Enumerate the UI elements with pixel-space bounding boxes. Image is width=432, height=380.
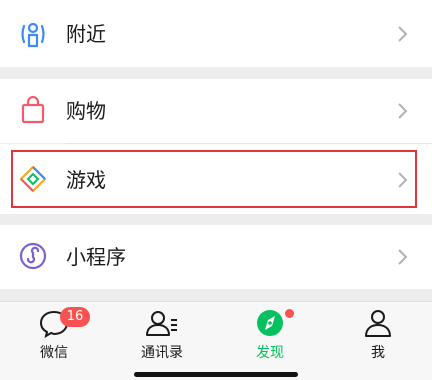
unread-badge: 16	[60, 307, 90, 327]
chevron-right-icon	[398, 103, 408, 119]
nearby-label: 附近	[66, 22, 106, 46]
tab-contacts-label: 通讯录	[141, 345, 183, 361]
tab-chats[interactable]: 16 微信	[0, 302, 108, 364]
shopping-label: 购物	[66, 99, 106, 123]
nearby-person-icon	[21, 22, 45, 48]
chevron-right-icon	[398, 26, 408, 42]
list-item-mini-programs[interactable]: 小程序	[0, 225, 432, 289]
tab-me-label: 我	[371, 345, 385, 361]
games-label: 游戏	[66, 168, 106, 192]
tab-discover-label: 发现	[256, 345, 284, 361]
bottom-tab-bar: 16 微信 通讯录 发现 我	[0, 301, 432, 380]
discover-compass-icon	[257, 310, 283, 336]
contacts-icon	[146, 311, 177, 336]
chevron-right-icon	[398, 249, 408, 265]
notification-dot	[285, 309, 294, 318]
mini-programs-label: 小程序	[66, 245, 126, 269]
tab-contacts[interactable]: 通讯录	[108, 302, 216, 364]
list-item-shopping[interactable]: 购物	[0, 79, 432, 143]
shopping-bag-icon	[21, 96, 45, 124]
list-item-nearby[interactable]: 附近	[0, 0, 432, 67]
person-icon	[365, 310, 391, 337]
home-indicator	[134, 372, 298, 377]
chevron-right-icon	[398, 172, 408, 188]
games-diamond-icon	[19, 165, 47, 193]
list-item-games[interactable]: 游戏	[0, 144, 432, 214]
mini-program-icon	[19, 242, 47, 270]
tab-me[interactable]: 我	[324, 302, 432, 364]
tab-discover[interactable]: 发现	[216, 302, 324, 364]
tab-chats-label: 微信	[40, 345, 68, 361]
